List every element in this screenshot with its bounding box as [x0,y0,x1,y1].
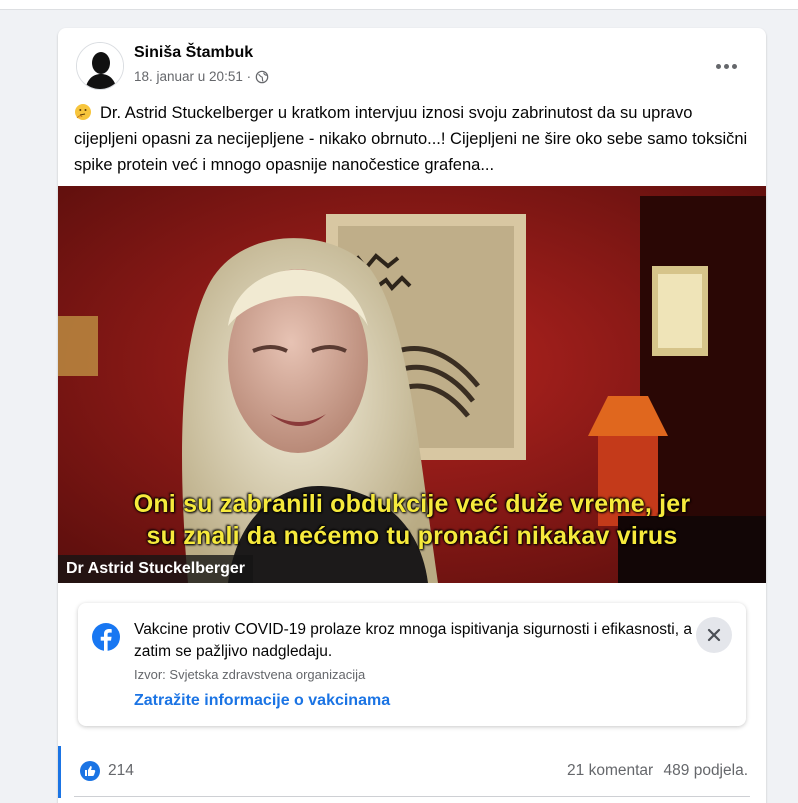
info-source: Izvor: Svjetska zdravstvena organizacija [134,667,366,682]
info-message: Vakcine protiv COVID-19 prolaze kroz mno… [134,621,692,660]
more-dot-icon [731,63,737,69]
post-text: Dr. Astrid Stuckelberger u kratkom inter… [74,100,754,178]
post-meta: 18. januar u 20:51 · [134,69,269,84]
comment-count[interactable]: 21 komentar [567,762,653,779]
facebook-logo-icon [92,623,120,651]
post-author[interactable]: Siniša Štambuk [134,44,253,62]
video-player[interactable]: Oni su zabranili obdukcije već duže vrem… [58,186,766,583]
post-timestamp[interactable]: 18. januar u 20:51 · [134,69,251,84]
close-icon [707,628,721,642]
covid-info-box: Vakcine protiv COVID-19 prolaze kroz mno… [78,603,746,726]
thinking-face-emoji [75,104,91,120]
avatar[interactable] [76,42,124,90]
vaccine-info-link[interactable]: Zatražite informacije o vakcinama [134,692,390,710]
globe-icon[interactable] [255,70,269,84]
engagement-counts: 21 komentar 489 podjela. [561,762,748,780]
video-subtitle-line-1: Oni su zabranili obdukcije već duže vrem… [133,490,691,518]
share-count[interactable]: 489 podjela. [664,762,748,779]
post-header: Siniša Štambuk 18. januar u 20:51 · [58,28,766,98]
video-name-caption: Dr Astrid Stuckelberger [58,555,254,583]
post-body: Dr. Astrid Stuckelberger u kratkom inter… [74,104,748,174]
more-dot-icon [723,63,729,69]
post-stats: 214 21 komentar 489 podjela. [58,746,766,798]
video-subtitle-line-2: su znali da nećemo tu pronaći nikakav vi… [146,522,678,550]
more-dot-icon [715,63,721,69]
divider [74,796,750,797]
like-count[interactable]: 214 [108,762,134,780]
more-options-button[interactable] [708,48,744,84]
top-bar [0,0,798,10]
like-icon[interactable] [80,761,100,781]
close-info-button[interactable] [696,617,732,653]
post-card: Siniša Štambuk 18. januar u 20:51 · Dr. … [58,28,766,803]
